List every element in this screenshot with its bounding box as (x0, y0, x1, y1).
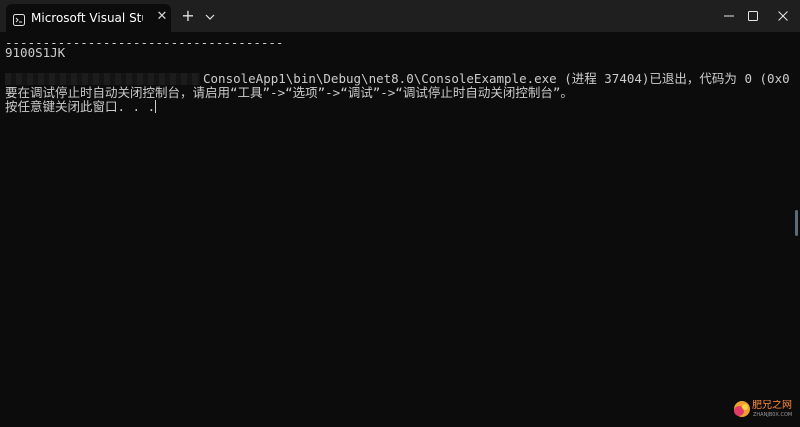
new-tab-button[interactable]: + (180, 8, 196, 24)
watermark-subtext: ZHANJB0X.COM (753, 412, 793, 418)
exit-message: ConsoleApp1\bin\Debug\net8.0\ConsoleExam… (203, 71, 792, 86)
console-output[interactable]: ------------------------------------- 91… (0, 32, 792, 427)
watermark: 肥兄之网 ZHANJB0X.COM (733, 398, 795, 422)
terminal-window: Microsoft Visual Studio 调试控制台 ✕ + (0, 0, 800, 427)
press-key-text: 按任意键关闭此窗口. . . (5, 99, 156, 114)
auto-close-hint: 要在调试停止时自动关闭控制台，请启用“工具”->“选项”->“调试”->“调试停… (5, 85, 573, 100)
maximize-icon (748, 11, 758, 21)
redacted-path (5, 73, 200, 85)
tab-title: Microsoft Visual Studio 调试控制台 (31, 11, 143, 25)
vertical-scrollbar[interactable] (792, 32, 800, 427)
scroll-thumb[interactable] (795, 210, 798, 236)
close-tab-button[interactable]: ✕ (155, 10, 169, 24)
tab-debug-console[interactable]: Microsoft Visual Studio 调试控制台 ✕ (6, 4, 171, 32)
watermark-text: 肥兄之网 (752, 400, 792, 411)
close-icon (778, 11, 788, 21)
text-cursor (155, 100, 157, 113)
watermark-logo-icon (734, 401, 750, 417)
title-bar: Microsoft Visual Studio 调试控制台 ✕ + (0, 0, 800, 32)
output-code: 9100S1JK (5, 45, 66, 60)
terminal-icon (13, 11, 25, 26)
press-key-line: 按任意键关闭此窗口. . . (5, 99, 157, 114)
close-window-button[interactable] (760, 0, 800, 32)
chevron-down-icon[interactable] (203, 9, 217, 23)
